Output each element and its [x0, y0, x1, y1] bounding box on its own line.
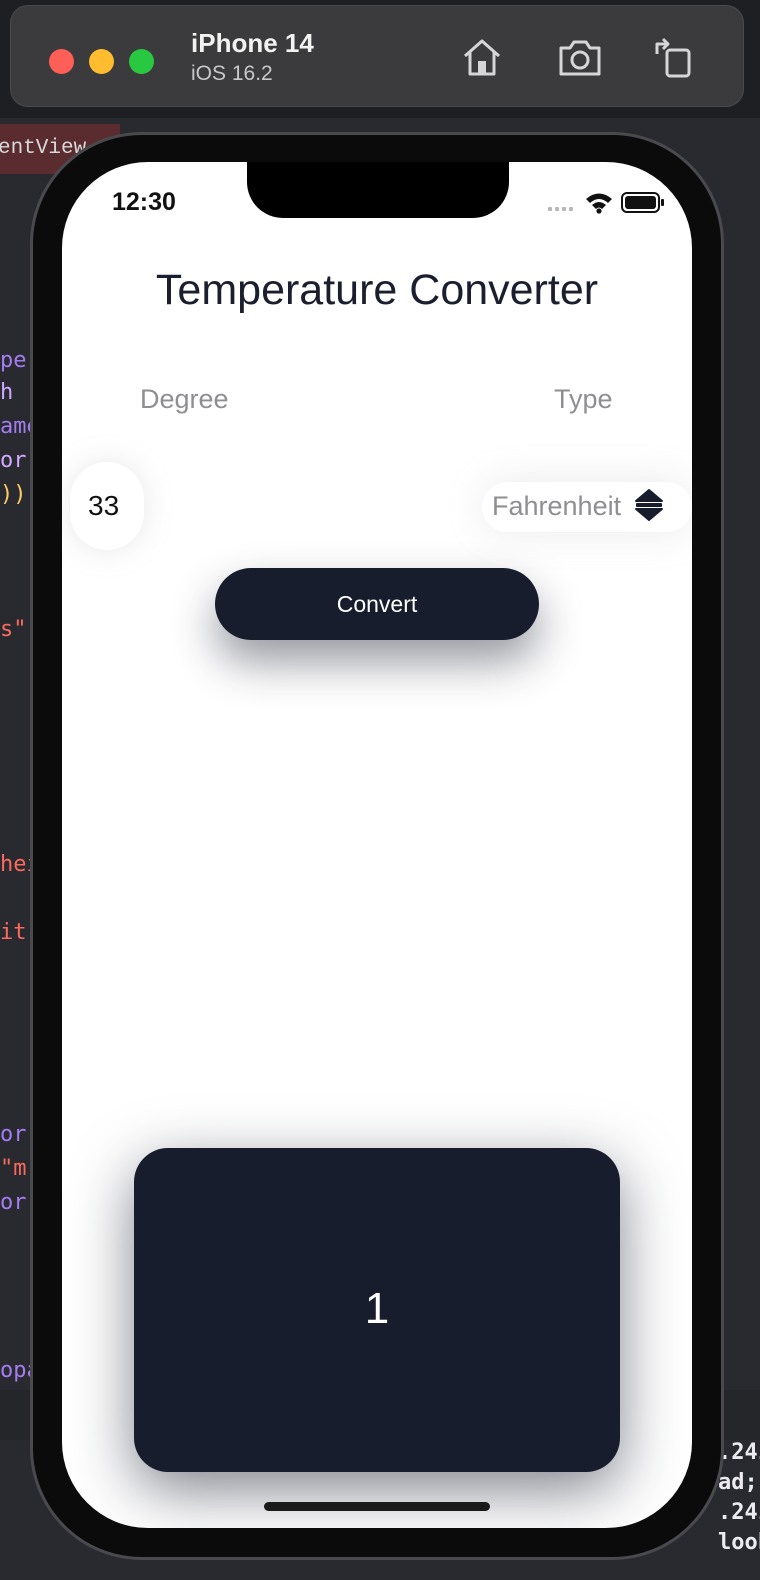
result-value: 1	[364, 1284, 390, 1333]
code-fragment: .241	[718, 1500, 760, 1525]
code-fragment: ))	[0, 482, 27, 507]
zoom-window-button[interactable]	[129, 49, 154, 74]
code-fragment: .241	[718, 1440, 760, 1465]
code-fragment: h	[0, 380, 14, 405]
code-fragment: lookin	[718, 1530, 760, 1555]
code-fragment: s"	[0, 617, 27, 642]
close-window-button[interactable]	[49, 49, 74, 74]
device-name: iPhone 14	[191, 28, 314, 58]
os-version: iOS 16.2	[191, 62, 273, 85]
wifi-icon	[586, 193, 612, 214]
type-picker-value[interactable]: Fahrenheit	[492, 491, 621, 522]
minimize-window-button[interactable]	[89, 49, 114, 74]
rotate-icon[interactable]	[651, 34, 697, 80]
code-fragment: "m	[0, 1156, 27, 1181]
page-title: Temperature Converter	[155, 266, 599, 314]
battery-icon	[621, 192, 664, 213]
type-label: Type	[554, 384, 613, 414]
degree-label: Degree	[140, 384, 229, 414]
code-fragment: or	[0, 448, 27, 473]
code-fragment: ad;	[718, 1470, 758, 1495]
simulator-titlebar: iPhone 14 iOS 16.2	[10, 5, 744, 107]
status-time: 12:30	[112, 188, 176, 216]
degree-value[interactable]: 33	[88, 490, 119, 522]
home-indicator[interactable]	[264, 1502, 490, 1511]
chevron-up-down-icon[interactable]	[634, 488, 664, 522]
signal-icon	[548, 207, 573, 211]
status-icons	[548, 190, 664, 216]
convert-button[interactable]: Convert	[215, 568, 539, 640]
home-icon[interactable]	[459, 34, 505, 80]
screenshot-icon[interactable]	[557, 34, 603, 80]
phone-screen: 12:30 Temperature Converter Degree Type	[62, 162, 692, 1528]
notch	[247, 162, 509, 218]
result-card: 1	[134, 1148, 620, 1472]
